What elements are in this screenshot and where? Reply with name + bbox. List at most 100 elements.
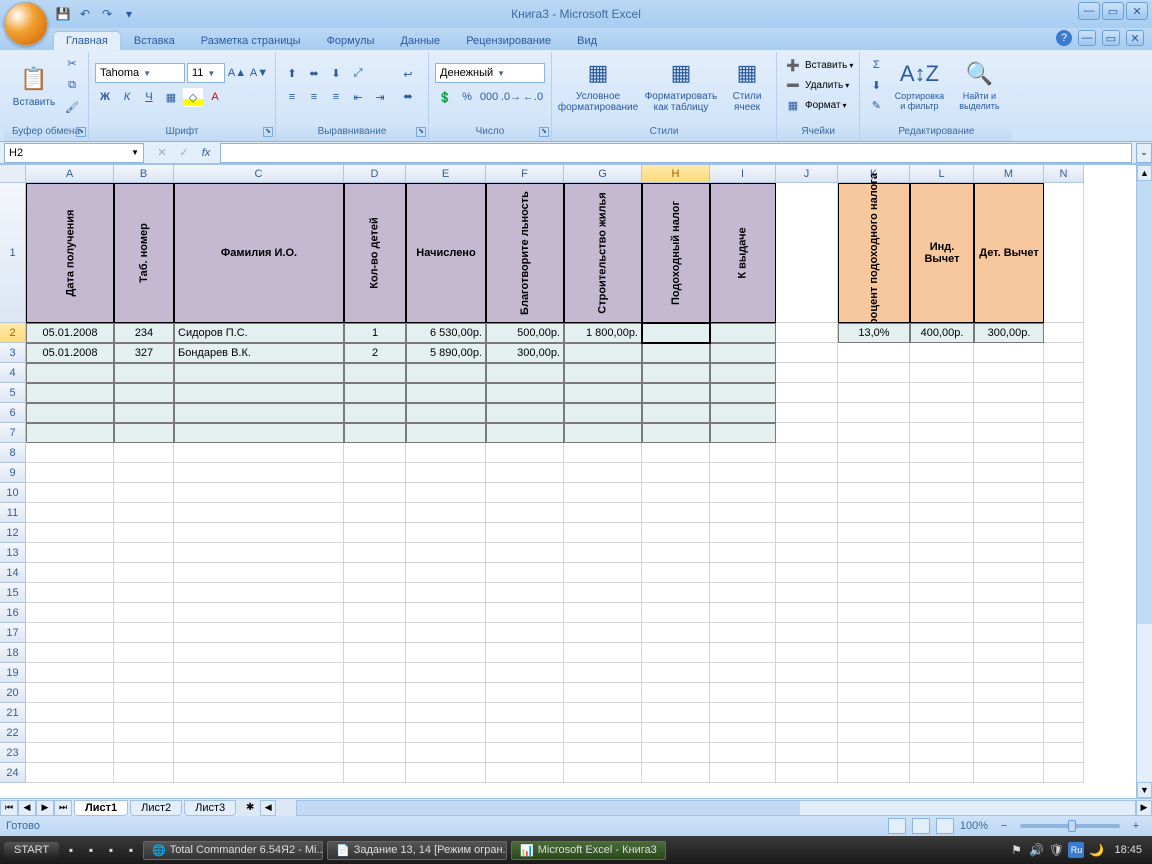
tab-view[interactable]: Вид: [565, 32, 609, 50]
cell[interactable]: [486, 543, 564, 563]
cell[interactable]: [344, 523, 406, 543]
table-cell[interactable]: [642, 363, 710, 383]
table-cell[interactable]: [564, 343, 642, 363]
table-cell[interactable]: Сидоров П.С.: [174, 323, 344, 343]
cell[interactable]: [406, 663, 486, 683]
table-cell[interactable]: 1 800,00р.: [564, 323, 642, 343]
cell[interactable]: [344, 563, 406, 583]
cell[interactable]: [974, 423, 1044, 443]
align-bottom-icon[interactable]: ⬇: [326, 63, 346, 83]
column-header[interactable]: F: [486, 165, 564, 183]
cell[interactable]: [1044, 583, 1084, 603]
cell[interactable]: [1044, 503, 1084, 523]
cell[interactable]: [564, 503, 642, 523]
cell[interactable]: [910, 523, 974, 543]
cell[interactable]: [486, 723, 564, 743]
cell[interactable]: [642, 623, 710, 643]
cell[interactable]: [26, 623, 114, 643]
table-cell[interactable]: [642, 323, 710, 343]
undo-icon[interactable]: ↶: [76, 5, 94, 23]
row-header[interactable]: 12: [0, 523, 26, 543]
row-header[interactable]: 23: [0, 743, 26, 763]
cell[interactable]: [910, 443, 974, 463]
font-family-combo[interactable]: Tahoma▼: [95, 63, 185, 83]
cell[interactable]: [838, 363, 910, 383]
table-cell[interactable]: [406, 423, 486, 443]
table-cell[interactable]: [344, 403, 406, 423]
cell[interactable]: [174, 463, 344, 483]
cell[interactable]: [974, 663, 1044, 683]
cell[interactable]: [26, 463, 114, 483]
cell[interactable]: [564, 543, 642, 563]
cell[interactable]: [642, 703, 710, 723]
cell[interactable]: [1044, 343, 1084, 363]
table-cell[interactable]: 300,00р.: [486, 343, 564, 363]
cell[interactable]: [910, 403, 974, 423]
cell[interactable]: [486, 643, 564, 663]
bold-button[interactable]: Ж: [95, 87, 115, 107]
cell[interactable]: [174, 483, 344, 503]
cell[interactable]: [710, 743, 776, 763]
cell[interactable]: [642, 443, 710, 463]
scroll-right-icon[interactable]: ▶: [1136, 800, 1152, 816]
cell[interactable]: [910, 723, 974, 743]
cell[interactable]: [406, 503, 486, 523]
table-cell[interactable]: 300,00р.: [974, 323, 1044, 343]
table-cell[interactable]: [710, 423, 776, 443]
table-cell[interactable]: 500,00р.: [486, 323, 564, 343]
cell[interactable]: [406, 463, 486, 483]
cell[interactable]: [974, 603, 1044, 623]
cell[interactable]: [776, 603, 838, 623]
cell[interactable]: [838, 403, 910, 423]
restore-button[interactable]: ▭: [1102, 2, 1124, 20]
cell[interactable]: [974, 743, 1044, 763]
cell[interactable]: [710, 763, 776, 783]
orientation-icon[interactable]: ⤢: [348, 63, 368, 83]
border-icon[interactable]: ▦: [161, 87, 181, 107]
cell[interactable]: [26, 503, 114, 523]
column-header[interactable]: J: [776, 165, 838, 183]
tab-review[interactable]: Рецензирование: [454, 32, 563, 50]
cancel-formula-icon[interactable]: ✕: [152, 143, 172, 163]
cell[interactable]: [26, 603, 114, 623]
cell[interactable]: [642, 583, 710, 603]
table-header[interactable]: Дата получения: [26, 183, 114, 323]
cell[interactable]: [1044, 463, 1084, 483]
cell[interactable]: [26, 563, 114, 583]
sheet-prev-icon[interactable]: ◀: [18, 800, 36, 816]
doc-restore-button[interactable]: ▭: [1102, 30, 1120, 46]
table-cell[interactable]: [564, 363, 642, 383]
tab-formulas[interactable]: Формулы: [315, 32, 387, 50]
table-cell[interactable]: [26, 403, 114, 423]
insert-cells-button[interactable]: ➕Вставить▾: [783, 55, 853, 75]
table-cell[interactable]: [710, 343, 776, 363]
cell[interactable]: [564, 623, 642, 643]
cell[interactable]: [776, 623, 838, 643]
cell[interactable]: [838, 663, 910, 683]
column-header[interactable]: G: [564, 165, 642, 183]
cell[interactable]: [838, 583, 910, 603]
cell[interactable]: [486, 523, 564, 543]
table-cell[interactable]: [26, 363, 114, 383]
cell[interactable]: [344, 743, 406, 763]
table-cell[interactable]: [564, 403, 642, 423]
cell[interactable]: [710, 523, 776, 543]
table-header[interactable]: Фамилия И.О.: [174, 183, 344, 323]
row-header[interactable]: 7: [0, 423, 26, 443]
cell[interactable]: [486, 443, 564, 463]
cell[interactable]: [642, 523, 710, 543]
fill-icon[interactable]: ⬇: [866, 75, 886, 95]
cell[interactable]: [26, 523, 114, 543]
sheet-last-icon[interactable]: ⏭: [54, 800, 72, 816]
cell[interactable]: [114, 463, 174, 483]
percent-icon[interactable]: %: [457, 87, 477, 107]
cell[interactable]: [910, 663, 974, 683]
name-box[interactable]: H2▼: [4, 143, 144, 163]
cell[interactable]: [974, 563, 1044, 583]
row-header[interactable]: 14: [0, 563, 26, 583]
sheet-first-icon[interactable]: ⏮: [0, 800, 18, 816]
cell[interactable]: [174, 523, 344, 543]
cell[interactable]: [1044, 663, 1084, 683]
cell[interactable]: [974, 703, 1044, 723]
cell[interactable]: [838, 543, 910, 563]
